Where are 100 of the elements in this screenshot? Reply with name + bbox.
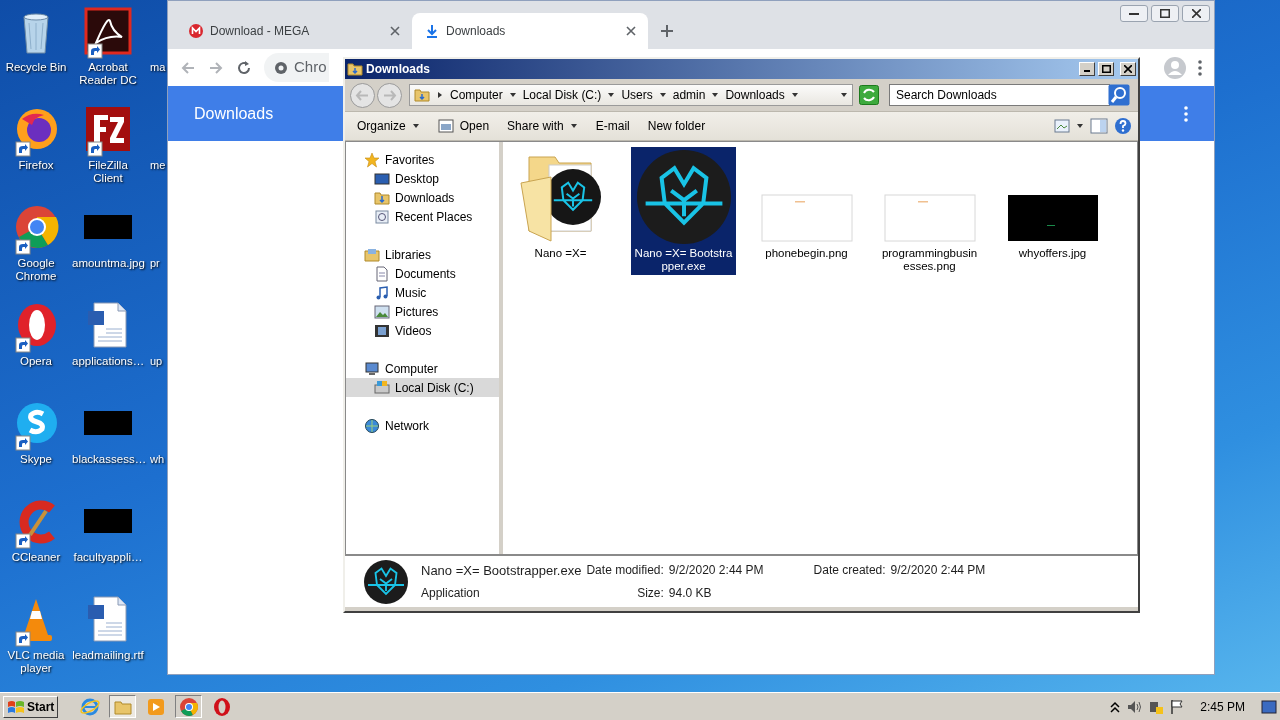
browser-tab[interactable]: Download - MEGA — [176, 13, 412, 49]
close-icon[interactable] — [390, 26, 400, 36]
toolbar-button[interactable]: New folder — [641, 115, 712, 137]
file-item[interactable]: programmingbusinesses.png — [877, 147, 982, 275]
desktop-icon-label[interactable]: Firefox — [0, 159, 72, 172]
search-icon[interactable] — [1108, 84, 1130, 106]
nav-item[interactable]: Pictures — [346, 302, 499, 321]
new-tab-icon[interactable] — [660, 24, 674, 38]
nav-item[interactable]: Videos — [346, 321, 499, 340]
desktop-icon-label[interactable]: Skype — [0, 453, 72, 466]
menu-icon[interactable] — [1184, 105, 1188, 122]
desktop-icon-label[interactable]: amountma.jpg — [72, 257, 144, 270]
menu-icon[interactable] — [1198, 59, 1202, 76]
view-icon[interactable] — [1054, 119, 1070, 133]
window-title: Downloads — [366, 61, 431, 78]
desktop-icon-label[interactable]: applications… — [72, 355, 144, 368]
nav-item[interactable]: Desktop — [346, 169, 499, 188]
desktop-icon-label[interactable]: VLC media player — [0, 649, 72, 675]
chevron-icon[interactable] — [1110, 700, 1121, 713]
nav-item[interactable]: Libraries — [346, 245, 499, 264]
desktop-icon-label[interactable]: FileZilla Client — [72, 159, 144, 185]
download-icon — [424, 23, 440, 39]
clock[interactable]: 2:45 PM — [1200, 697, 1245, 716]
desktop-icon-label[interactable]: leadmailing.rtf — [72, 649, 144, 662]
breadcrumb-item[interactable]: Users — [621, 86, 653, 104]
file-name: Nano =X= Bootstrapper.exe — [421, 561, 582, 580]
address-bar[interactable]: Chro — [264, 53, 329, 82]
breadcrumb-item[interactable]: Local Disk (C:) — [522, 86, 602, 104]
flag-icon[interactable] — [1170, 698, 1185, 715]
address-text: Chro — [294, 57, 327, 78]
minimize-button[interactable] — [1120, 5, 1148, 22]
caret-icon[interactable] — [711, 91, 720, 99]
desktop-icon-label[interactable]: up — [144, 355, 163, 368]
breadcrumb-item[interactable]: Downloads — [725, 86, 785, 104]
nav-item[interactable]: Favorites — [346, 150, 499, 169]
library-icon — [364, 246, 380, 263]
computer-icon — [364, 360, 380, 377]
caret-icon[interactable] — [840, 91, 848, 99]
file-item[interactable]: Nano =X= — [508, 147, 613, 262]
toolbar-button[interactable]: Organize — [351, 115, 426, 137]
caret-icon[interactable] — [508, 91, 517, 99]
caret-icon[interactable] — [790, 91, 799, 99]
help-icon[interactable] — [1114, 117, 1132, 135]
nav-item[interactable]: Music — [346, 283, 499, 302]
taskbar-button[interactable] — [109, 695, 137, 718]
nav-item[interactable]: Computer — [346, 359, 499, 378]
tab-title: Downloads — [446, 23, 507, 40]
nav-item[interactable]: Recent Places — [346, 207, 499, 226]
desktop-icon-label[interactable]: facultyappli… — [72, 551, 144, 564]
desktop-icon-label[interactable]: me — [144, 159, 166, 172]
close-icon[interactable] — [626, 26, 636, 36]
desktop-icon-label[interactable]: Acrobat Reader DC — [72, 61, 144, 87]
desktop-icon-label[interactable]: CCleaner — [0, 551, 72, 564]
taskbar-button[interactable] — [175, 695, 203, 718]
chevron-icon[interactable] — [436, 91, 444, 99]
desktop-icon-label[interactable]: wh — [144, 453, 165, 466]
browser-tab[interactable]: Downloads — [412, 13, 648, 49]
nav-item[interactable]: Documents — [346, 264, 499, 283]
browser-icon — [79, 696, 100, 717]
caret-icon[interactable] — [658, 91, 667, 99]
toolbar-button[interactable]: Open — [431, 115, 496, 137]
maximize-button[interactable] — [1151, 5, 1179, 22]
document-app-icon[interactable] — [84, 7, 132, 55]
search-field[interactable]: Search Downloads — [889, 84, 1110, 106]
detail-value: 9/2/2020 2:44 PM — [668, 561, 764, 579]
detail-label: Date created: — [813, 561, 886, 579]
caret-icon[interactable] — [607, 91, 616, 99]
desktop-icon-label[interactable]: Google Chrome — [0, 257, 72, 283]
breadcrumb-item[interactable]: Computer — [450, 86, 503, 104]
start-button[interactable]: Start — [3, 695, 59, 718]
address-bar[interactable]: Computer Local Disk (C:) Users admin Downloads — [409, 84, 853, 106]
refresh-icon[interactable] — [859, 85, 879, 105]
folder-icon — [374, 189, 390, 206]
nav-item[interactable]: Network — [346, 416, 499, 435]
close-button[interactable] — [1182, 5, 1210, 22]
page-title: Downloads — [194, 103, 274, 124]
maximize-icon — [1101, 65, 1111, 73]
monitor-icon — [374, 170, 390, 187]
detail-value: 9/2/2020 2:44 PM — [890, 561, 986, 579]
app-icon[interactable] — [84, 105, 132, 153]
caret-icon[interactable] — [1076, 122, 1084, 130]
file-item[interactable]: Nano =X= Bootstrapper.exe — [631, 147, 736, 275]
desktop-icon-label[interactable]: Opera — [0, 355, 72, 368]
desktop-icon-label[interactable]: ma — [144, 61, 166, 74]
toolbar-button[interactable]: E-mail — [589, 115, 636, 137]
file-item[interactable]: phonebegin.png — [754, 147, 859, 262]
minimize-icon — [1129, 12, 1139, 15]
show-desktop-icon[interactable] — [1261, 699, 1277, 714]
nav-item[interactable]: Downloads — [346, 188, 499, 207]
desktop-icon-label[interactable]: blackassess… — [72, 453, 144, 466]
file-item[interactable]: whyoffers.jpg — [1000, 147, 1105, 262]
site-icon — [274, 60, 288, 75]
nav-item[interactable]: Local Disk (C:) — [346, 378, 499, 397]
desktop-icon-label[interactable]: pr — [144, 257, 160, 270]
desktop-icon-label[interactable]: Recycle Bin — [0, 61, 72, 74]
reload-icon[interactable] — [236, 59, 252, 76]
breadcrumb-item[interactable]: admin — [672, 86, 706, 104]
star-icon — [364, 151, 380, 168]
toolbar-button[interactable]: Share with — [501, 115, 584, 137]
file-type: Application — [421, 585, 481, 603]
